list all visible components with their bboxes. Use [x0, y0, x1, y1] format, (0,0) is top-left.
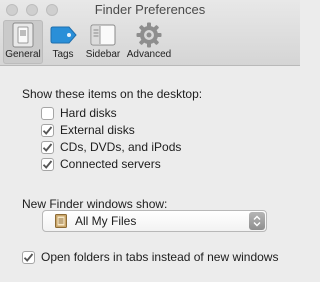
window-title: Finder Preferences — [94, 2, 206, 17]
hard-disks-checkbox[interactable] — [41, 106, 54, 120]
tab-tags[interactable]: Tags — [44, 20, 82, 64]
connected-servers-option[interactable]: Connected servers — [41, 157, 161, 171]
new-window-popup[interactable]: All My Files — [42, 210, 267, 232]
tab-general-label: General — [5, 49, 41, 60]
general-switch-icon — [9, 22, 37, 48]
tab-sidebar[interactable]: Sidebar — [83, 20, 123, 64]
external-disks-option[interactable]: External disks — [41, 123, 135, 137]
tab-advanced[interactable]: Advanced — [124, 20, 174, 64]
tag-icon — [49, 22, 77, 48]
tab-tags-label: Tags — [52, 49, 74, 60]
checkmark-icon — [42, 142, 53, 152]
cds-dvds-checkbox[interactable] — [41, 140, 54, 154]
title-toolbar: Finder Preferences General Tags Sidebar … — [0, 0, 300, 66]
finder-preferences-window: Finder Preferences General Tags Sidebar … — [0, 0, 300, 282]
open-in-tabs-checkbox[interactable] — [22, 250, 35, 264]
external-disks-checkbox[interactable] — [41, 123, 54, 137]
external-disks-label: External disks — [60, 123, 135, 137]
popup-value: All My Files — [75, 214, 137, 228]
sidebar-icon — [89, 22, 117, 48]
popup-arrows-icon[interactable] — [249, 212, 265, 230]
hard-disks-label: Hard disks — [60, 106, 117, 120]
cds-dvds-option[interactable]: CDs, DVDs, and iPods — [41, 140, 181, 154]
open-in-tabs-option[interactable]: Open folders in tabs instead of new wind… — [22, 250, 278, 264]
checkmark-icon — [42, 125, 53, 135]
hard-disks-option[interactable]: Hard disks — [41, 106, 117, 120]
tab-advanced-label: Advanced — [126, 49, 172, 60]
tab-sidebar-label: Sidebar — [85, 49, 121, 60]
all-files-icon — [53, 213, 69, 229]
preferences-toolbar: General Tags Sidebar Advanced — [3, 20, 174, 64]
cds-dvds-label: CDs, DVDs, and iPods — [60, 140, 182, 154]
gear-icon — [135, 22, 163, 48]
desktop-items-heading: Show these items on the desktop: — [22, 87, 203, 101]
new-window-label: New Finder windows show: — [22, 197, 168, 211]
checkmark-icon — [42, 159, 53, 169]
connected-servers-label: Connected servers — [60, 157, 161, 171]
connected-servers-checkbox[interactable] — [41, 157, 54, 171]
checkmark-icon — [23, 252, 34, 262]
open-in-tabs-label: Open folders in tabs instead of new wind… — [41, 250, 279, 264]
tab-general[interactable]: General — [3, 20, 43, 64]
